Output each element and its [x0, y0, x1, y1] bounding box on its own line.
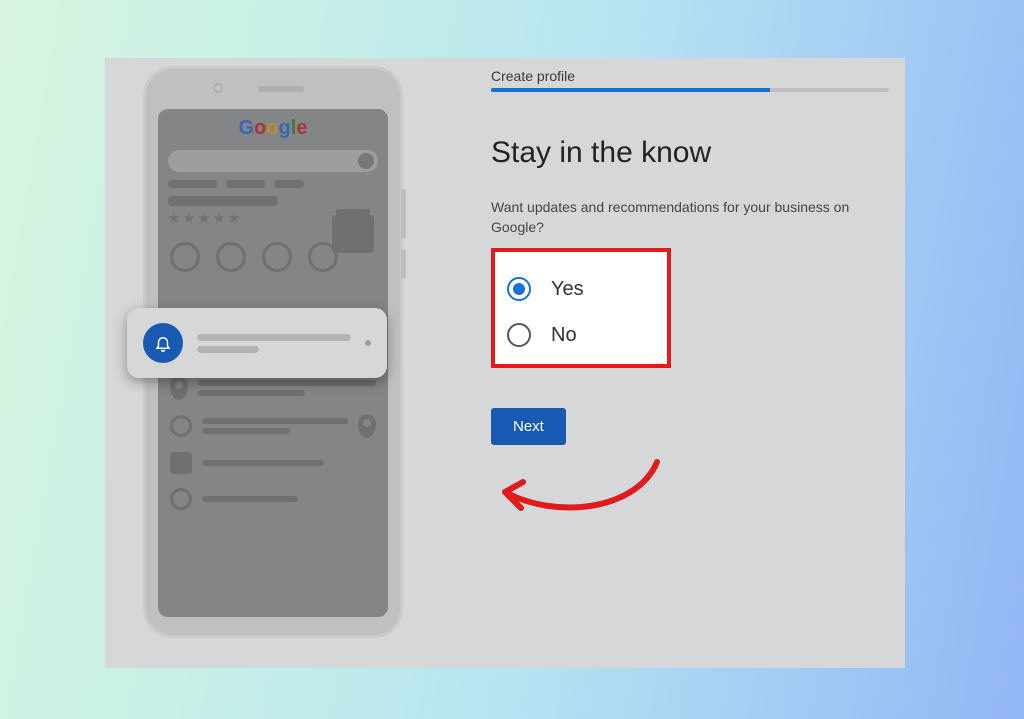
- phone-searchbar: [168, 150, 378, 172]
- phone-camera: [213, 83, 223, 93]
- phone-side-button: [401, 249, 406, 279]
- google-logo: Google: [158, 117, 388, 140]
- bell-icon: [143, 323, 183, 363]
- phone-list-item: [170, 376, 376, 400]
- radio-icon: [507, 323, 531, 347]
- page-background: Google: [0, 0, 1024, 719]
- phone-list-item: [170, 452, 376, 474]
- phone-speaker: [258, 86, 304, 92]
- annotation-arrow-icon: [477, 450, 677, 530]
- phone-list-item: [170, 488, 376, 510]
- phone-list-item: [170, 414, 376, 438]
- notification-card: [127, 308, 387, 378]
- pin-icon: [170, 376, 188, 400]
- setup-panel: Google: [105, 58, 905, 668]
- radio-icon: [507, 277, 531, 301]
- next-button[interactable]: Next: [491, 408, 566, 445]
- page-heading: Stay in the know: [491, 136, 711, 170]
- radio-label: Yes: [551, 278, 584, 301]
- phone-item-icon: [170, 452, 192, 474]
- pin-icon: [358, 414, 376, 438]
- page-subtext: Want updates and recommendations for you…: [491, 198, 889, 237]
- radio-label: No: [551, 324, 577, 347]
- phone-side-button: [401, 189, 406, 239]
- notification-dot: [365, 340, 371, 346]
- globe-icon: [170, 488, 192, 510]
- radio-option-no[interactable]: No: [507, 312, 655, 358]
- radio-highlight-box: Yes No: [491, 248, 671, 368]
- progress-fill: [491, 88, 770, 92]
- clock-icon: [170, 415, 192, 437]
- step-label: Create profile: [491, 68, 575, 84]
- radio-option-yes[interactable]: Yes: [507, 266, 655, 312]
- progress-bar: [491, 88, 889, 92]
- shop-icon: [332, 215, 374, 253]
